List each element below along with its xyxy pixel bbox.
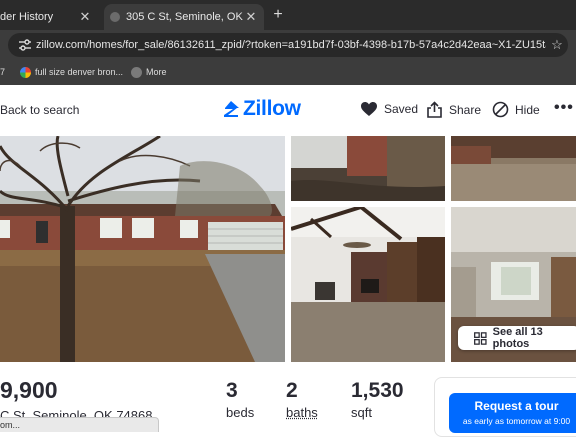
bookmark-star-icon[interactable]: ☆ xyxy=(546,37,568,53)
tab-title: 305 C St, Seminole, OK 74868 | xyxy=(126,11,244,23)
listing-page: Back to search Zillow Saved Share Hide •… xyxy=(0,85,576,437)
tab-listing[interactable]: 305 C St, Seminole, OK 74868 | ✕ xyxy=(104,4,264,30)
beds-stat: 3 beds xyxy=(226,379,254,420)
status-bar: om... xyxy=(0,417,159,432)
bookmark-label: full size denver bron... xyxy=(35,67,124,77)
plus-icon[interactable]: + xyxy=(268,5,288,25)
saved-button[interactable]: Saved xyxy=(360,101,418,117)
share-button[interactable]: Share xyxy=(426,101,481,118)
google-icon xyxy=(20,66,31,78)
beds-label: beds xyxy=(226,405,255,420)
bookmark-more[interactable]: More xyxy=(131,66,167,78)
request-tour-button[interactable]: Request a tour as early as tomorrow at 9… xyxy=(449,393,576,433)
sqft-value: 1,530 xyxy=(351,379,404,402)
request-tour-label: Request a tour xyxy=(474,399,559,413)
listing-top-nav: Back to search Zillow Saved Share Hide •… xyxy=(0,85,576,135)
browser-chrome: der History ✕ 305 C St, Seminole, OK 748… xyxy=(0,0,576,85)
logo-wordmark: Zillow xyxy=(243,97,301,120)
hide-button[interactable]: Hide xyxy=(492,101,540,118)
globe-icon xyxy=(131,66,143,78)
request-tour-subtitle: as early as tomorrow at 9:00 xyxy=(462,416,571,426)
living-room-photo-image xyxy=(291,207,445,362)
share-label: Share xyxy=(449,102,482,117)
gallery-photo[interactable] xyxy=(451,136,576,201)
sqft-stat: 1,530 sqft xyxy=(351,379,404,420)
baths-stat[interactable]: 2 baths xyxy=(286,379,318,420)
back-to-search-link[interactable]: Back to search xyxy=(0,103,79,117)
more-icon[interactable]: ••• xyxy=(554,99,574,117)
main-photo[interactable] xyxy=(0,136,285,362)
bookmark-label: 7 xyxy=(0,67,6,77)
room-photo-image xyxy=(291,136,445,201)
site-settings-icon[interactable] xyxy=(14,33,36,57)
tab-title: der History xyxy=(0,11,54,23)
url-text[interactable]: zillow.com/homes/for_sale/86132611_zpid/… xyxy=(36,39,546,51)
exterior-photo-image xyxy=(0,136,285,362)
gallery-photo[interactable] xyxy=(291,136,445,201)
heart-icon xyxy=(361,102,377,116)
listing-price: 9,900 xyxy=(0,377,58,403)
zillow-logo[interactable]: Zillow xyxy=(222,97,301,121)
share-icon xyxy=(427,101,442,118)
beds-value: 3 xyxy=(226,379,238,402)
gallery-photo[interactable] xyxy=(291,207,445,362)
loading-icon xyxy=(110,12,120,22)
bookmark-item[interactable]: full size denver bron... xyxy=(20,66,124,78)
tab-order-history[interactable]: der History ✕ xyxy=(0,4,98,30)
bookmark-label: More xyxy=(146,67,167,77)
close-icon[interactable]: ✕ xyxy=(244,9,258,25)
hide-icon xyxy=(492,101,509,118)
bookmark-item[interactable]: 7 xyxy=(0,67,12,77)
address-bar[interactable]: zillow.com/homes/for_sale/86132611_zpid/… xyxy=(8,33,568,57)
see-all-photos-button[interactable]: See all 13 photos xyxy=(458,326,576,350)
close-icon[interactable]: ✕ xyxy=(78,9,92,25)
saved-label: Saved xyxy=(384,102,419,116)
tab-strip: der History ✕ 305 C St, Seminole, OK 748… xyxy=(0,0,576,30)
zillow-home-icon xyxy=(224,101,239,117)
baths-value: 2 xyxy=(286,379,298,402)
room-photo-image xyxy=(451,136,576,201)
baths-label[interactable]: baths xyxy=(286,405,318,420)
sqft-label: sqft xyxy=(351,405,372,420)
grid-icon xyxy=(474,331,487,345)
hide-label: Hide xyxy=(515,102,540,117)
see-all-label: See all 13 photos xyxy=(492,326,543,350)
bookmarks-bar: 7 full size denver bron... More xyxy=(0,62,576,82)
